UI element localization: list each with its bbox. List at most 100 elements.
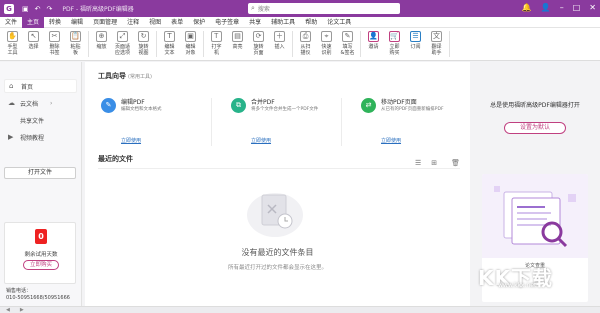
- trial-card: 0 剩余试用天数 立即购买: [4, 222, 76, 284]
- ribbon-button-13[interactable]: ⎙ 从扫 描仪: [295, 28, 316, 60]
- sidebar-item-cloud[interactable]: ☁ 云文档 ›: [0, 96, 81, 110]
- ribbon-icon: Ꭲ: [211, 31, 222, 42]
- ribbon-button-0[interactable]: ✋ 手型 工具: [2, 28, 23, 60]
- main-content: 工具向导 (常用工具) ✎ 编辑PDF 编辑文档和文本格式 立即使用 ⧉ 合并PD…: [85, 62, 470, 306]
- use-now-link[interactable]: 立即使用: [121, 137, 141, 144]
- ribbon-button-17[interactable]: 🛒 立即 购买: [384, 28, 405, 60]
- menu-item-9[interactable]: 电子签章: [210, 17, 244, 28]
- ribbon-label: 页面适 应选项: [114, 44, 130, 56]
- search-input[interactable]: 搜索: [258, 4, 270, 13]
- ribbon-button-14[interactable]: ⌖ 快速 识别: [316, 28, 337, 60]
- divider: [341, 98, 342, 146]
- menu-item-3[interactable]: 编辑: [66, 17, 88, 28]
- ribbon-icon: 📋: [70, 31, 81, 42]
- sidebar-item-label: 视频教程: [20, 134, 45, 142]
- sidebar-item-shared[interactable]: 共享文件: [0, 113, 81, 127]
- close-icon[interactable]: ✕: [589, 3, 596, 12]
- ribbon-button-4[interactable]: ⊕ 缩放: [91, 28, 112, 60]
- ribbon-label: 粘贴 板: [70, 44, 81, 56]
- tool-card-edit-pdf[interactable]: ✎ 编辑PDF 编辑文档和文本格式 立即使用: [87, 95, 205, 149]
- undo-icon[interactable]: ↶: [35, 5, 41, 13]
- merge-pdf-icon: ⧉: [231, 98, 246, 113]
- ribbon-label: 选择: [28, 44, 39, 50]
- ribbon-button-8[interactable]: ▣ 编辑 对象: [180, 28, 201, 60]
- sidebar-item-home[interactable]: ⌂ 首页: [4, 79, 77, 93]
- use-now-link[interactable]: 立即使用: [381, 137, 401, 144]
- grid-view-icon[interactable]: ⊞: [431, 159, 437, 167]
- ribbon-button-19[interactable]: 文翻译 助手: [426, 28, 447, 60]
- ribbon-label: 从扫 描仪: [300, 44, 311, 56]
- menu-item-12[interactable]: 帮助: [300, 17, 322, 28]
- ribbon-button-1[interactable]: ↖ 选择: [23, 28, 44, 60]
- menu-item-1[interactable]: 主页: [22, 16, 45, 28]
- sidebar-item-label: 云文档: [20, 100, 39, 108]
- ribbon-button-5[interactable]: ⤢ 页面适 应选项: [112, 28, 133, 60]
- ribbon-icon: ↖: [28, 31, 39, 42]
- prev-page-icon[interactable]: ◀: [6, 307, 10, 313]
- app-logo-icon: G: [4, 3, 14, 14]
- ribbon-icon: 文: [431, 31, 442, 42]
- ribbon-button-3[interactable]: 📋 粘贴 板: [65, 28, 86, 60]
- ribbon-button-15[interactable]: ✎ 填写 &签名: [337, 28, 358, 60]
- ribbon-icon: ↻: [138, 31, 149, 42]
- menu-item-0[interactable]: 文件: [0, 17, 22, 28]
- tool-desc: 编辑文档和文本格式: [121, 107, 162, 112]
- move-pages-icon: ⇄: [361, 98, 376, 113]
- ribbon-button-10[interactable]: ▤ 高亮: [227, 28, 248, 60]
- maximize-icon[interactable]: □: [573, 3, 581, 12]
- ribbon-label: 填写 &签名: [340, 44, 355, 56]
- window-title: PDF - 福昕高级PDF编辑器: [62, 6, 134, 13]
- tool-guide-heading: 工具向导 (常用工具): [98, 71, 152, 81]
- minimize-icon[interactable]: –: [560, 3, 564, 12]
- user-icon[interactable]: 👤: [541, 3, 551, 12]
- menu-item-5[interactable]: 注释: [122, 17, 144, 28]
- menu-item-6[interactable]: 视图: [144, 17, 166, 28]
- ribbon-label: 邀请: [368, 44, 379, 50]
- ribbon-button-7[interactable]: T 编辑 文本: [159, 28, 180, 60]
- ribbon-button-2[interactable]: ✂ 删除 书签: [44, 28, 65, 60]
- tool-card-move-pages[interactable]: ⇄ 移动PDF页面 从已有的PDF页面重新编排PDF 立即使用: [347, 95, 465, 149]
- tool-card-merge-pdf[interactable]: ⧉ 合并PDF 将多个文件合并生成一个PDF文件 立即使用: [217, 95, 335, 149]
- ribbon-icon: ⎙: [300, 31, 311, 42]
- ribbon-icon: 🛒: [389, 31, 400, 42]
- ribbon-button-11[interactable]: ⟳ 旋转 页面: [248, 28, 269, 60]
- ribbon-button-12[interactable]: ＋ 插入: [269, 28, 290, 60]
- ribbon-icon: ⌖: [321, 31, 332, 42]
- ribbon-separator: [88, 31, 89, 57]
- sales-title: 销售电话：: [6, 288, 32, 294]
- search-icon: ⌕: [251, 4, 255, 12]
- search-box[interactable]: ⌕ 搜索: [248, 3, 400, 14]
- ribbon-label: 高亮: [232, 44, 243, 50]
- menu-item-13[interactable]: 论文工具: [322, 17, 356, 28]
- menu-item-7[interactable]: 表单: [166, 17, 188, 28]
- ribbon-button-18[interactable]: ☰ 订阅: [405, 28, 426, 60]
- next-page-icon[interactable]: ▶: [20, 307, 24, 313]
- use-now-link[interactable]: 立即使用: [251, 137, 271, 144]
- trash-icon[interactable]: 🗑: [451, 159, 460, 167]
- divider: [98, 168, 460, 169]
- ribbon-button-9[interactable]: Ꭲ 打字 机: [206, 28, 227, 60]
- menu-item-8[interactable]: 保护: [188, 17, 210, 28]
- ad-illustration: [482, 174, 588, 258]
- empty-illustration: [247, 193, 303, 237]
- buy-now-button[interactable]: 立即购买: [23, 260, 59, 270]
- sidebar: ⌂ 首页 ☁ 云文档 › 共享文件 ▶ 视频教程 打开文件 0 剩余试用天数 立…: [0, 62, 82, 306]
- sidebar-item-video[interactable]: ▶ 视频教程: [0, 130, 81, 144]
- ribbon-button-16[interactable]: 👤 邀请: [363, 28, 384, 60]
- sales-phone: 010-50951668/50951666: [6, 295, 70, 301]
- save-icon[interactable]: ▣: [22, 5, 29, 13]
- ribbon-icon: T: [164, 31, 175, 42]
- menu-item-2[interactable]: 转换: [44, 17, 66, 28]
- set-default-button[interactable]: 设置为默认: [504, 122, 566, 134]
- menu-item-4[interactable]: 页面管理: [88, 17, 122, 28]
- ribbon-icon: 👤: [368, 31, 379, 42]
- bell-icon[interactable]: 🔔: [522, 3, 532, 12]
- menu-item-10[interactable]: 共享: [244, 17, 266, 28]
- list-view-icon[interactable]: ☰: [415, 159, 421, 167]
- menu-item-11[interactable]: 辅助工具: [266, 17, 300, 28]
- redo-icon[interactable]: ↷: [47, 5, 53, 13]
- ribbon-button-6[interactable]: ↻ 旋转 视图: [133, 28, 154, 60]
- ribbon-icon: ✎: [342, 31, 353, 42]
- open-file-button[interactable]: 打开文件: [4, 167, 76, 179]
- chevron-right-icon: ›: [50, 99, 53, 107]
